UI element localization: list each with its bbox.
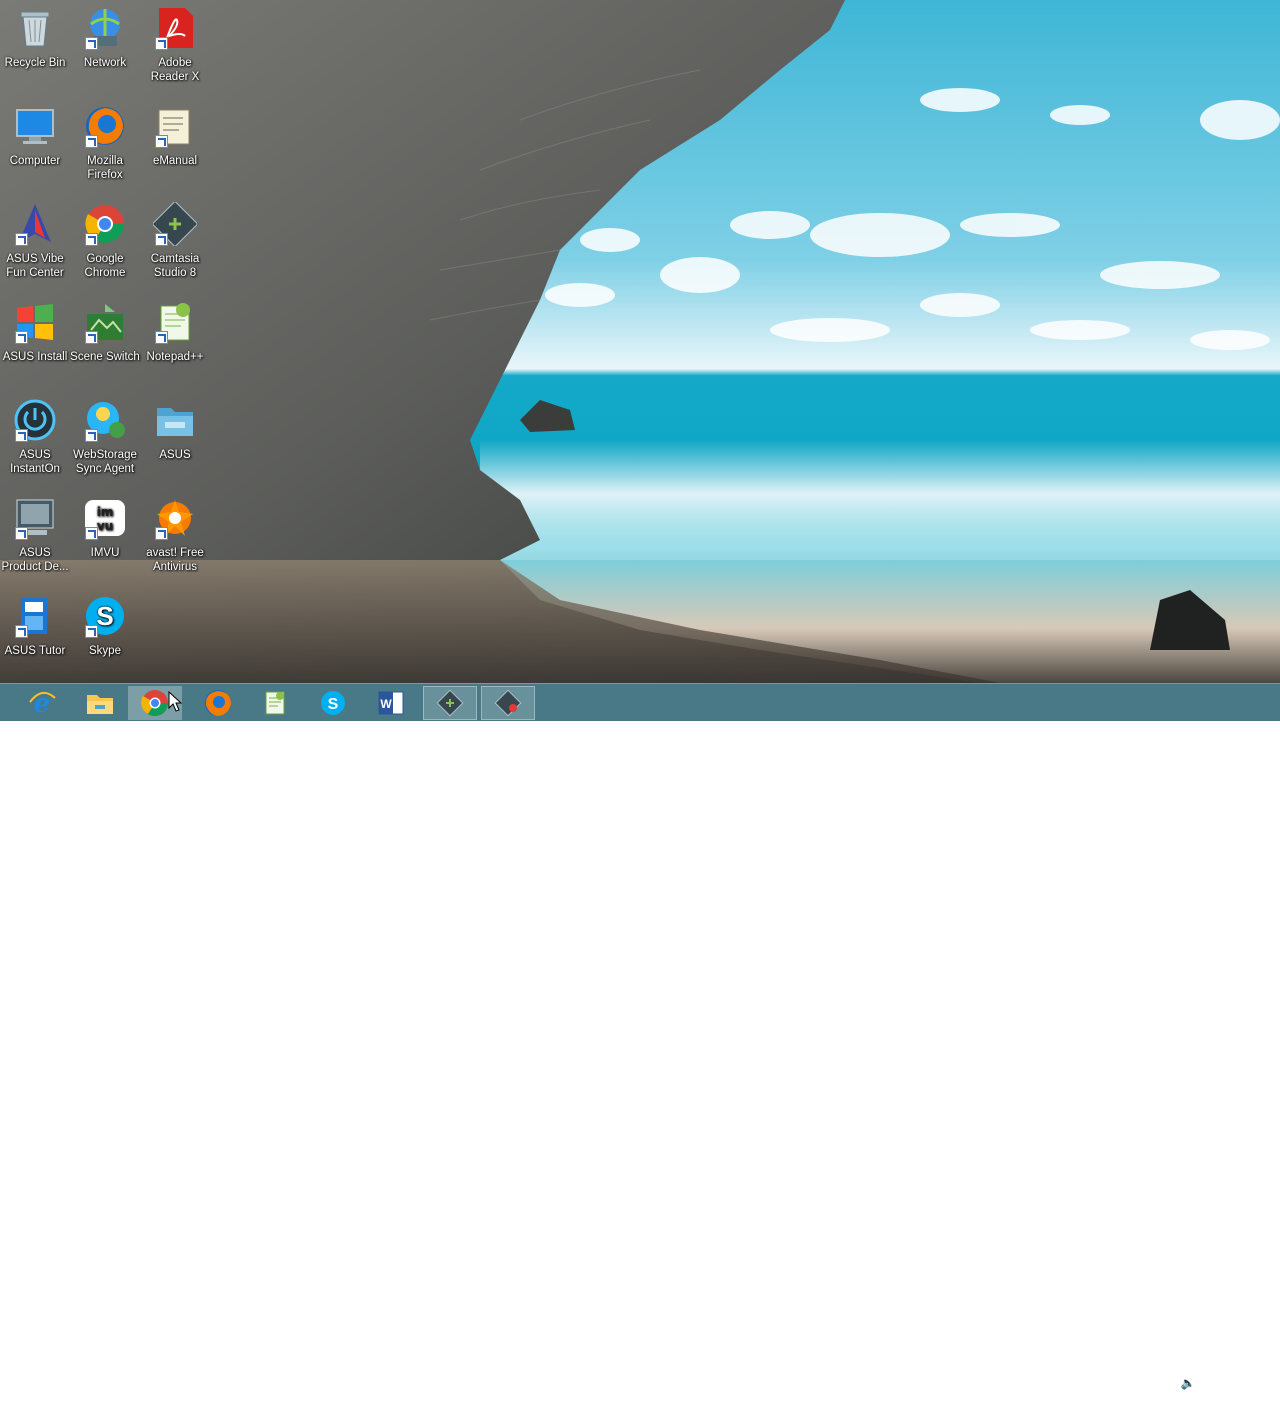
desktop-icon-label: Google Chrome xyxy=(84,253,126,279)
taskbar-firefox[interactable] xyxy=(191,686,245,720)
desktop-icon-scene-switch[interactable]: Scene Switch xyxy=(69,294,141,390)
asus-install-icon xyxy=(13,300,57,344)
mouse-cursor-icon xyxy=(168,691,182,712)
desktop-icon-camtasia[interactable]: Camtasia Studio 8 xyxy=(139,196,211,292)
svg-text:im: im xyxy=(97,505,114,519)
desktop-icon-label: WebStorage Sync Agent xyxy=(73,449,137,475)
skype-icon: S xyxy=(321,691,345,715)
desktop-icon-firefox[interactable]: Mozilla Firefox xyxy=(69,98,141,194)
camtasia-recording-icon xyxy=(494,689,522,717)
svg-text:S: S xyxy=(96,601,113,631)
desktop-icon-recycle-bin[interactable]: Recycle Bin xyxy=(0,0,71,96)
desktop-icon-label: ASUS Product De... xyxy=(1,547,69,573)
desktop-icon-asus-instanton[interactable]: ASUS InstantOn xyxy=(0,392,71,488)
svg-text:S: S xyxy=(328,696,339,713)
desktop-icon-label: Network xyxy=(83,57,127,69)
action-center-flag-icon[interactable]: ⚑ xyxy=(1110,1376,1126,1394)
recycle-bin-icon xyxy=(13,6,57,50)
taskbar-skype[interactable]: S xyxy=(306,686,360,720)
desktop-icon-asus-tutor[interactable]: ASUS Tutor xyxy=(0,588,71,683)
desktop-icon-label: Notepad++ xyxy=(146,351,204,363)
network-icon xyxy=(83,6,127,50)
camtasia-icon xyxy=(153,202,197,246)
desktop-icon-label: Scene Switch xyxy=(70,351,140,363)
taskbar-word[interactable]: W xyxy=(364,686,418,720)
desktop-icon-adobe-reader[interactable]: Adobe Reader X xyxy=(139,0,211,96)
desktop-icon-skype[interactable]: S Skype xyxy=(69,588,141,683)
asus-vibe-icon xyxy=(13,202,57,246)
desktop-icon-label: ASUS InstantOn xyxy=(10,449,60,475)
desktop-icon-label: Skype xyxy=(89,645,121,657)
show-hidden-icons-arrow[interactable]: ▲ xyxy=(1090,1376,1106,1394)
desktop-icon-label: ASUS Vibe Fun Center xyxy=(6,253,64,279)
asus-folder-icon xyxy=(153,398,197,442)
asus-instanton-icon xyxy=(13,398,57,442)
volume-icon[interactable]: 🔈 xyxy=(1180,1376,1196,1394)
desktop-icon-chrome[interactable]: Google Chrome xyxy=(69,196,141,292)
system-clock[interactable]: 9:54 AM 2/9/2014 xyxy=(1204,1371,1264,1401)
desktop-icon-label: ASUS Tutor xyxy=(4,645,66,657)
desktop-icon-network[interactable]: Network xyxy=(69,0,141,96)
notepad-plus-plus-icon xyxy=(153,300,197,344)
skype-icon: S xyxy=(83,594,127,638)
taskbar-camtasia-recorder[interactable] xyxy=(248,686,302,720)
emanual-icon xyxy=(153,104,197,148)
firefox-icon xyxy=(83,104,127,148)
desktop-icon-asus-vibe[interactable]: ASUS Vibe Fun Center xyxy=(0,196,71,292)
desktop-icon-emanual[interactable]: eManual xyxy=(139,98,211,194)
file-explorer-icon xyxy=(87,695,113,714)
desktop-icon-label: Adobe Reader X xyxy=(150,57,200,83)
taskbar[interactable]: e S W ▲ ⚑ ▮ ▣ 🔈 9:54 AM 2/9/2014 xyxy=(0,683,1280,1399)
desktop-icon-label: Computer xyxy=(9,155,61,167)
desktop-icon-label: eManual xyxy=(152,155,198,167)
desktop-icon-asus-folder[interactable]: ASUS xyxy=(139,392,211,488)
desktop-icon-imvu[interactable]: im vu IMVU xyxy=(69,490,141,586)
taskbar-camtasia-studio[interactable] xyxy=(423,686,477,720)
firefox-icon xyxy=(205,690,231,716)
power-icon[interactable]: ▮ xyxy=(1134,1376,1150,1394)
desktop-wallpaper[interactable]: Recycle Bin Network Adobe Reader X Compu… xyxy=(0,0,1280,683)
taskbar-file-explorer[interactable] xyxy=(73,686,127,720)
chrome-icon xyxy=(141,690,169,717)
desktop-icon-label: ASUS Install xyxy=(2,351,68,363)
camtasia-recorder-icon xyxy=(265,691,285,715)
desktop-icon-computer[interactable]: Computer xyxy=(0,98,71,194)
taskbar-internet-explorer[interactable]: e xyxy=(15,686,69,720)
svg-text:W: W xyxy=(380,697,392,711)
asus-product-icon xyxy=(13,496,57,540)
word-icon: W xyxy=(378,691,404,715)
computer-icon xyxy=(13,104,57,148)
imvu-icon: im vu xyxy=(83,496,127,540)
svg-text:vu: vu xyxy=(97,519,113,533)
desktop-icon-label: Camtasia Studio 8 xyxy=(150,253,200,279)
webstorage-icon xyxy=(83,398,127,442)
desktop-icon-webstorage[interactable]: WebStorage Sync Agent xyxy=(69,392,141,488)
clock-date: 2/9/2014 xyxy=(1212,1387,1256,1399)
desktop-icon-label: avast! Free Antivirus xyxy=(146,547,204,573)
desktop-icon-label: Recycle Bin xyxy=(4,57,66,69)
desktop-icon-asus-product[interactable]: ASUS Product De... xyxy=(0,490,71,586)
desktop-icon-label: IMVU xyxy=(90,547,120,559)
desktop-icon-label: ASUS xyxy=(159,449,191,461)
adobe-reader-icon xyxy=(153,6,197,50)
internet-explorer-icon: e xyxy=(29,689,56,718)
network-icon[interactable]: ▣ xyxy=(1157,1376,1173,1394)
scene-switch-icon xyxy=(83,300,127,344)
taskbar-camtasia-recording[interactable] xyxy=(481,686,535,720)
desktop-icon-label: Mozilla Firefox xyxy=(87,155,123,181)
clock-time: 9:54 AM xyxy=(1213,1372,1255,1384)
desktop-icon-asus-install[interactable]: ASUS Install xyxy=(0,294,71,390)
avast-icon xyxy=(153,496,197,540)
desktop-icon-avast[interactable]: avast! Free Antivirus xyxy=(139,490,211,586)
chrome-icon xyxy=(83,202,127,246)
camtasia-studio-icon xyxy=(436,689,464,717)
desktop-icon-notepad-plus-plus[interactable]: Notepad++ xyxy=(139,294,211,390)
asus-tutor-icon xyxy=(13,594,57,638)
